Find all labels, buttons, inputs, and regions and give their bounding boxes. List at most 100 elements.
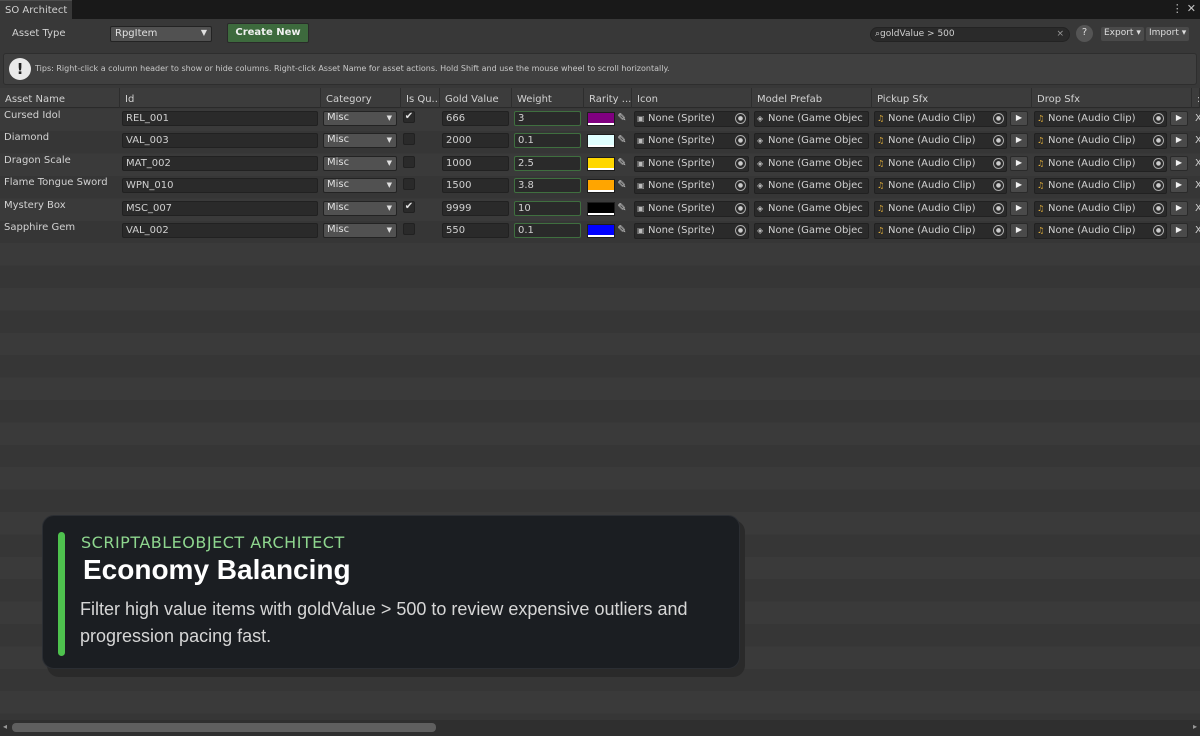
icon-object-field[interactable]: ▣ None (Sprite) ●: [634, 223, 749, 239]
drop-sfx-object-field[interactable]: ♫ None (Audio Clip) ●: [1034, 155, 1167, 172]
rarity-color-swatch[interactable]: [587, 134, 615, 149]
remove-icon[interactable]: X: [1195, 180, 1200, 191]
object-picker-icon[interactable]: ●: [993, 113, 1004, 124]
object-picker-icon[interactable]: ●: [1153, 180, 1164, 192]
object-picker-icon[interactable]: ●: [735, 180, 746, 192]
weight-field[interactable]: 3: [514, 111, 581, 126]
object-picker-icon[interactable]: ●: [735, 157, 746, 169]
object-picker-icon[interactable]: ●: [735, 135, 746, 147]
weight-field[interactable]: 3.8: [514, 178, 581, 194]
import-button[interactable]: Import ▾: [1146, 27, 1190, 41]
id-field[interactable]: VAL_002: [122, 223, 318, 238]
rarity-color-swatch[interactable]: [587, 224, 615, 238]
category-dropdown[interactable]: Misc ▼: [323, 155, 397, 171]
asset-name-cell[interactable]: Flame Tongue Sword: [4, 177, 108, 188]
horizontal-scrollbar[interactable]: ◂ ▸: [0, 720, 1200, 736]
object-picker-icon[interactable]: ●: [735, 113, 746, 124]
rarity-color-swatch[interactable]: [587, 156, 615, 171]
asset-name-cell[interactable]: Mystery Box: [4, 200, 66, 211]
gold-value-field[interactable]: 1000: [442, 155, 509, 171]
column-header-category[interactable]: Category: [321, 88, 401, 108]
is-quest-checkbox[interactable]: ✔: [403, 200, 415, 213]
model-prefab-object-field[interactable]: ◈ None (Game Objec: [754, 155, 869, 172]
icon-object-field[interactable]: ▣ None (Sprite) ●: [634, 111, 749, 127]
play-pickup-button[interactable]: ▶: [1010, 178, 1028, 194]
play-drop-button[interactable]: ▶: [1170, 223, 1188, 238]
gold-value-field[interactable]: 666: [442, 111, 509, 126]
drop-sfx-object-field[interactable]: ♫ None (Audio Clip) ●: [1034, 178, 1167, 195]
asset-name-cell[interactable]: Cursed Idol: [4, 110, 61, 121]
eyedropper-icon[interactable]: ✎: [615, 223, 629, 237]
object-picker-icon[interactable]: ●: [1153, 135, 1164, 147]
column-header-model-prefab[interactable]: Model Prefab: [752, 88, 872, 108]
model-prefab-object-field[interactable]: ◈ None (Game Objec: [754, 178, 869, 195]
rarity-color-swatch[interactable]: [587, 179, 615, 194]
remove-icon[interactable]: X: [1195, 158, 1200, 169]
play-pickup-button[interactable]: ▶: [1010, 155, 1028, 171]
gold-value-field[interactable]: 9999: [442, 200, 509, 216]
play-drop-button[interactable]: ▶: [1170, 178, 1188, 194]
eyedropper-icon[interactable]: ✎: [615, 156, 629, 170]
play-pickup-button[interactable]: ▶: [1010, 223, 1028, 238]
play-drop-button[interactable]: ▶: [1170, 200, 1188, 216]
object-picker-icon[interactable]: ●: [1153, 225, 1164, 236]
search-input[interactable]: ⌕goldValue > 500 ×: [870, 27, 1070, 42]
object-picker-icon[interactable]: ●: [1153, 202, 1164, 214]
gold-value-field[interactable]: 2000: [442, 133, 509, 149]
column-header-more[interactable]: :: [1192, 88, 1200, 108]
clear-search-icon[interactable]: ×: [1056, 29, 1064, 39]
pickup-sfx-object-field[interactable]: ♫ None (Audio Clip) ●: [874, 111, 1007, 127]
drop-sfx-object-field[interactable]: ♫ None (Audio Clip) ●: [1034, 111, 1167, 127]
pickup-sfx-object-field[interactable]: ♫ None (Audio Clip) ●: [874, 133, 1007, 150]
help-button[interactable]: ?: [1076, 25, 1093, 42]
drop-sfx-object-field[interactable]: ♫ None (Audio Clip) ●: [1034, 200, 1167, 217]
weight-field[interactable]: 0.1: [514, 223, 581, 238]
object-picker-icon[interactable]: ●: [993, 225, 1004, 236]
column-header-gold-value[interactable]: Gold Value: [440, 88, 512, 108]
column-header-is-quest[interactable]: Is Qu...: [401, 88, 440, 108]
id-field[interactable]: MSC_007: [122, 200, 318, 216]
eyedropper-icon[interactable]: ✎: [615, 133, 629, 147]
id-field[interactable]: WPN_010: [122, 178, 318, 194]
column-header-pickup-sfx[interactable]: Pickup Sfx: [872, 88, 1032, 108]
play-drop-button[interactable]: ▶: [1170, 133, 1188, 149]
remove-icon[interactable]: X: [1195, 113, 1200, 124]
column-header-weight[interactable]: Weight: [512, 88, 584, 108]
asset-name-cell[interactable]: Dragon Scale: [4, 155, 71, 166]
object-picker-icon[interactable]: ●: [735, 202, 746, 214]
pickup-sfx-object-field[interactable]: ♫ None (Audio Clip) ●: [874, 155, 1007, 172]
category-dropdown[interactable]: Misc ▼: [323, 133, 397, 149]
category-dropdown[interactable]: Misc ▼: [323, 223, 397, 238]
model-prefab-object-field[interactable]: ◈ None (Game Objec: [754, 200, 869, 217]
weight-field[interactable]: 10: [514, 200, 581, 216]
id-field[interactable]: MAT_002: [122, 155, 318, 171]
model-prefab-object-field[interactable]: ◈ None (Game Objec: [754, 111, 869, 127]
play-drop-button[interactable]: ▶: [1170, 111, 1188, 126]
column-header-drop-sfx[interactable]: Drop Sfx: [1032, 88, 1192, 108]
icon-object-field[interactable]: ▣ None (Sprite) ●: [634, 200, 749, 217]
category-dropdown[interactable]: Misc ▼: [323, 200, 397, 216]
rarity-color-swatch[interactable]: [587, 201, 615, 216]
weight-field[interactable]: 2.5: [514, 155, 581, 171]
model-prefab-object-field[interactable]: ◈ None (Game Objec: [754, 223, 869, 239]
object-picker-icon[interactable]: ●: [1153, 157, 1164, 169]
eyedropper-icon[interactable]: ✎: [615, 111, 629, 125]
rarity-color-swatch[interactable]: [587, 112, 615, 126]
remove-icon[interactable]: X: [1195, 225, 1200, 236]
object-picker-icon[interactable]: ●: [1153, 113, 1164, 124]
is-quest-checkbox[interactable]: [403, 155, 415, 168]
export-button[interactable]: Export ▾: [1101, 27, 1144, 41]
asset-type-dropdown[interactable]: RpgItem ▼: [110, 26, 212, 42]
scrollbar-thumb[interactable]: [12, 723, 436, 732]
window-close-icon[interactable]: ✕: [1187, 2, 1196, 15]
object-picker-icon[interactable]: ●: [735, 225, 746, 236]
model-prefab-object-field[interactable]: ◈ None (Game Objec: [754, 133, 869, 150]
column-header-id[interactable]: Id: [120, 88, 321, 108]
column-header-asset-name[interactable]: Asset Name: [0, 88, 120, 108]
category-dropdown[interactable]: Misc ▼: [323, 178, 397, 194]
weight-field[interactable]: 0.1: [514, 133, 581, 149]
window-menu-icon[interactable]: ⋮: [1172, 2, 1183, 15]
object-picker-icon[interactable]: ●: [993, 157, 1004, 169]
object-picker-icon[interactable]: ●: [993, 135, 1004, 147]
is-quest-checkbox[interactable]: [403, 178, 415, 191]
